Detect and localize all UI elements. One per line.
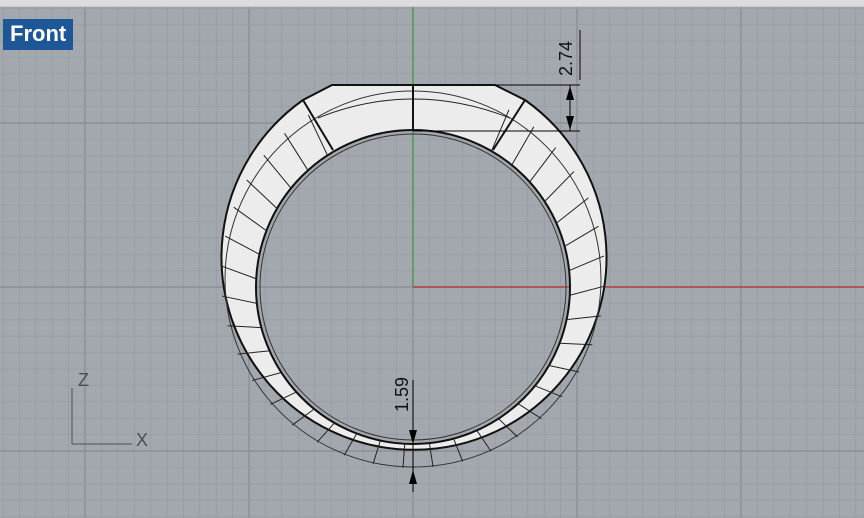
viewport-canvas[interactable]: 2.74 1.59 Z X [0, 7, 864, 518]
z-axis-label: Z [78, 370, 89, 390]
viewport-title-front[interactable]: Front [3, 19, 74, 50]
front-viewport[interactable]: 2.74 1.59 Z X Front [0, 7, 864, 518]
world-axes-icon: Z X [71, 370, 148, 450]
ring-model[interactable] [220, 84, 608, 468]
viewport-title-strip [0, 0, 864, 7]
grid [0, 7, 864, 518]
dimension-top-text: 2.74 [556, 41, 576, 76]
x-axis-label: X [136, 430, 148, 450]
dimension-bottom-text: 1.59 [392, 377, 412, 412]
